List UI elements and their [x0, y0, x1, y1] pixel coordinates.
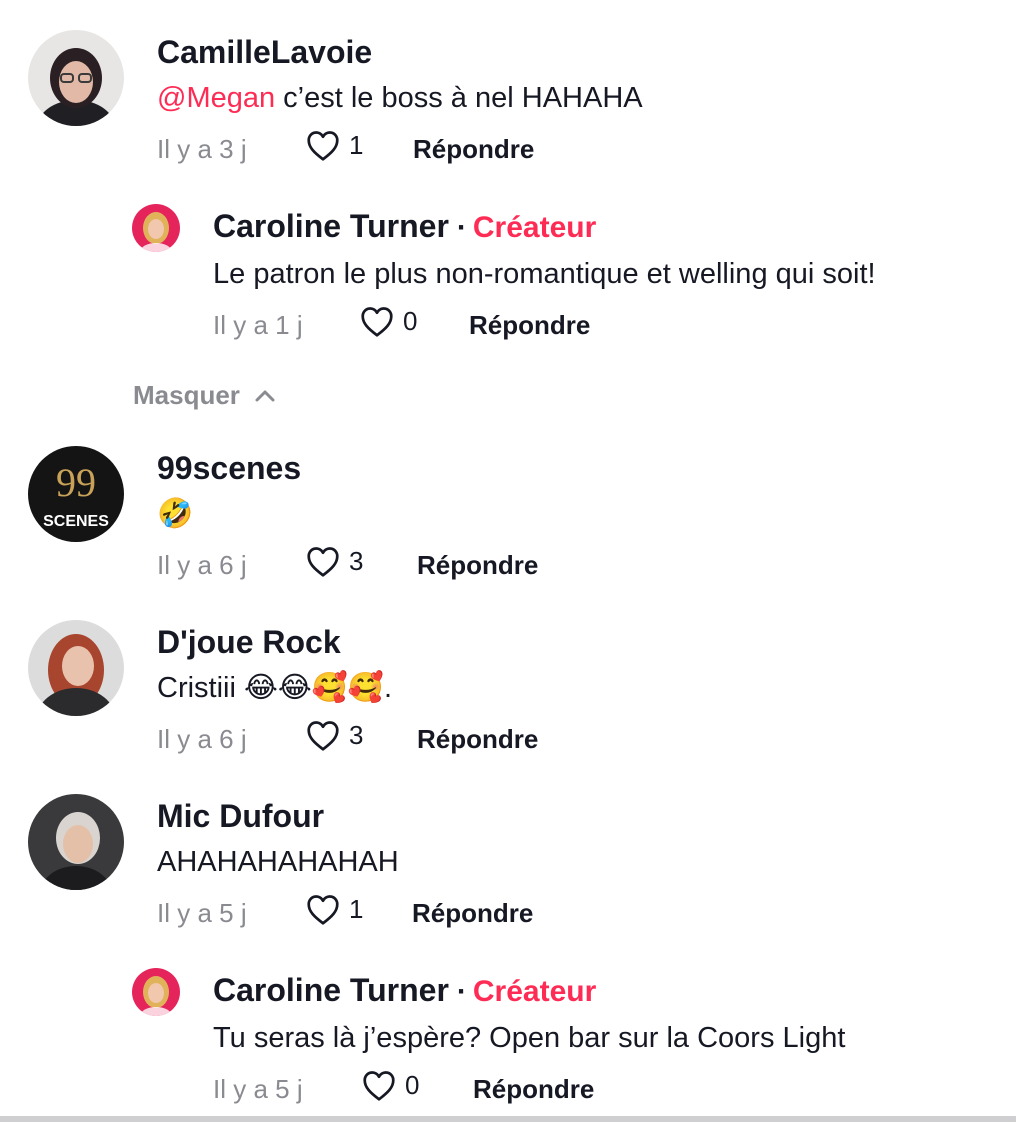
- reply-button[interactable]: Répondre: [417, 724, 538, 755]
- comment-username[interactable]: D'joue Rock: [157, 622, 392, 662]
- avatar[interactable]: 99 SCENES: [28, 446, 124, 542]
- comment-timestamp: Il y a 6 j: [157, 550, 247, 580]
- hide-replies-button[interactable]: Masquer: [133, 380, 276, 411]
- comment-timestamp: Il y a 5 j: [157, 898, 247, 928]
- heart-icon: [363, 1071, 395, 1101]
- reply-button[interactable]: Répondre: [473, 1074, 594, 1105]
- like-button[interactable]: 1: [305, 128, 363, 162]
- comment-text: Tu seras là j’espère? Open bar sur la Co…: [213, 1022, 846, 1054]
- chevron-up-icon: [255, 390, 275, 401]
- comment-timestamp: Il y a 3 j: [157, 134, 247, 164]
- like-button[interactable]: 0: [361, 1068, 419, 1102]
- like-count: 0: [403, 305, 418, 336]
- comment-text: 🤣: [157, 498, 194, 530]
- comment-username[interactable]: CamilleLavoie: [157, 32, 643, 72]
- reply-button[interactable]: Répondre: [417, 550, 538, 581]
- creator-badge: Créateur: [472, 211, 597, 244]
- avatar[interactable]: [28, 30, 124, 126]
- comment-meta: Il y a 6 j 3 Répondre: [157, 718, 538, 758]
- separator-dot: ·: [456, 975, 467, 1008]
- comment-meta: Il y a 1 j 0 Répondre: [213, 304, 876, 344]
- comment-text: AHAHAHAHAHAH: [157, 846, 399, 878]
- heart-icon: [307, 895, 339, 925]
- logo-number: 99: [56, 460, 96, 505]
- like-count: 0: [405, 1069, 420, 1100]
- like-count: 1: [349, 129, 364, 160]
- comment-username: Caroline Turner · Créateur: [213, 970, 845, 1012]
- creator-username[interactable]: Caroline Turner: [213, 208, 449, 244]
- avatar[interactable]: [28, 794, 124, 890]
- creator-username[interactable]: Caroline Turner: [213, 972, 449, 1008]
- comment-meta: Il y a 3 j 1 Répondre: [157, 128, 643, 168]
- comment-meta: Il y a 6 j 3 Répondre: [157, 544, 538, 584]
- comment-text: Le patron le plus non-romantique et well…: [213, 258, 876, 290]
- comment-text: Cristiii 😂😂🥰🥰.: [157, 672, 393, 704]
- heart-icon: [307, 547, 339, 577]
- separator-dot: ·: [456, 211, 467, 244]
- hide-replies-label: Masquer: [133, 380, 240, 410]
- comment-timestamp: Il y a 6 j: [157, 724, 247, 754]
- mention-link[interactable]: @Megan: [157, 82, 275, 114]
- heart-icon: [307, 721, 339, 751]
- like-count: 3: [349, 545, 364, 576]
- creator-avatar[interactable]: [132, 204, 180, 252]
- reply-button[interactable]: Répondre: [469, 310, 590, 341]
- comment-timestamp: Il y a 5 j: [213, 1074, 303, 1104]
- like-button[interactable]: 1: [305, 892, 363, 926]
- bottom-divider: [0, 1116, 1016, 1122]
- comment-username[interactable]: Mic Dufour: [157, 796, 399, 836]
- comment-meta: Il y a 5 j 0 Répondre: [213, 1068, 845, 1108]
- heart-icon: [361, 307, 393, 337]
- reply-button[interactable]: Répondre: [412, 898, 533, 929]
- comment-text: @Megan c’est le boss à nel HAHAHA: [157, 82, 643, 114]
- creator-badge: Créateur: [472, 975, 597, 1008]
- like-count: 1: [349, 893, 364, 924]
- logo-word: SCENES: [43, 513, 109, 530]
- creator-avatar[interactable]: [132, 968, 180, 1016]
- like-button[interactable]: 0: [359, 304, 417, 338]
- comment-username[interactable]: 99scenes: [157, 448, 301, 488]
- comment-username: Caroline Turner · Créateur: [213, 206, 876, 248]
- like-button[interactable]: 3: [305, 718, 363, 752]
- heart-icon: [307, 131, 339, 161]
- comment-timestamp: Il y a 1 j: [213, 310, 303, 340]
- reply-button[interactable]: Répondre: [413, 134, 534, 165]
- like-button[interactable]: 3: [305, 544, 363, 578]
- comment-meta: Il y a 5 j 1 Répondre: [157, 892, 533, 932]
- like-count: 3: [349, 719, 364, 750]
- avatar[interactable]: [28, 620, 124, 716]
